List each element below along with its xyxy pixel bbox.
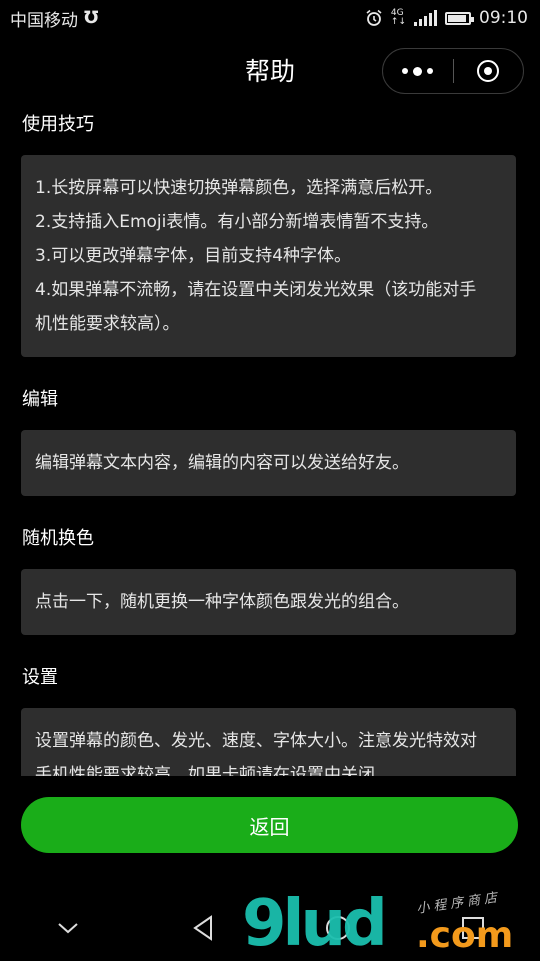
random-color-card: 点击一下，随机更换一种字体颜色跟发光的组合。 bbox=[21, 569, 516, 635]
section-title-tips: 使用技巧 bbox=[22, 114, 94, 135]
random-color-line: 点击一下，随机更换一种字体颜色跟发光的组合。 bbox=[35, 592, 409, 612]
miniprogram-capsule bbox=[382, 48, 524, 94]
section-title-settings: 设置 bbox=[22, 667, 58, 688]
hide-nav-button[interactable] bbox=[48, 908, 88, 948]
home-nav-button[interactable] bbox=[318, 908, 358, 948]
nav-bar: 帮助 bbox=[0, 36, 540, 104]
chevron-down-icon bbox=[57, 923, 78, 934]
triangle-back-icon bbox=[192, 915, 212, 941]
target-icon bbox=[477, 60, 500, 82]
tips-line: 4.如果弹幕不流畅，请在设置中关闭发光效果（该功能对手 bbox=[35, 280, 477, 300]
tips-card: 1.长按屏幕可以快速切换弹幕颜色，选择满意后松开。 2.支持插入Emoji表情。… bbox=[21, 155, 516, 357]
section-title-random-color: 随机换色 bbox=[22, 528, 94, 549]
tips-line: 机性能要求较高）。 bbox=[35, 314, 180, 334]
signal-icon bbox=[414, 10, 437, 26]
system-nav-bar bbox=[0, 896, 540, 960]
more-menu-button[interactable] bbox=[383, 66, 453, 76]
clock-time: 09:10 bbox=[479, 8, 528, 28]
section-title-edit: 编辑 bbox=[22, 389, 58, 410]
tips-line: 2.支持插入Emoji表情。有小部分新增表情暂不支持。 bbox=[35, 212, 439, 232]
circle-home-icon bbox=[325, 916, 350, 940]
back-button[interactable]: 返回 bbox=[21, 797, 518, 853]
settings-card: 设置弹幕的颜色、发光、速度、字体大小。注意发光特效对 手机性能要求较高，如果卡顿… bbox=[21, 708, 516, 776]
tips-line: 3.可以更改弹幕字体，目前支持4种字体。 bbox=[35, 246, 352, 266]
tips-line: 1.长按屏幕可以快速切换弹幕颜色，选择满意后松开。 bbox=[35, 178, 443, 198]
back-nav-button[interactable] bbox=[183, 908, 223, 948]
carrier-logo-icon: ℧ bbox=[84, 8, 99, 28]
status-bar: 中国移动 ℧ 4G ↑↓ 09:10 bbox=[0, 0, 540, 36]
help-content[interactable]: 使用技巧 1.长按屏幕可以快速切换弹幕颜色，选择满意后松开。 2.支持插入Emo… bbox=[0, 104, 540, 776]
network-type-label: 4G ↑↓ bbox=[390, 8, 406, 27]
carrier-label: 中国移动 bbox=[10, 10, 78, 31]
more-dots-icon bbox=[402, 68, 409, 74]
settings-line: 设置弹幕的颜色、发光、速度、字体大小。注意发光特效对 bbox=[35, 731, 477, 751]
recents-nav-button[interactable] bbox=[453, 908, 493, 948]
edit-line: 编辑弹幕文本内容，编辑的内容可以发送给好友。 bbox=[35, 453, 409, 473]
settings-line: 手机性能要求较高，如果卡顿请在设置中关闭。 bbox=[35, 765, 392, 776]
edit-card: 编辑弹幕文本内容，编辑的内容可以发送给好友。 bbox=[21, 430, 516, 496]
square-recents-icon bbox=[461, 917, 484, 939]
close-miniprogram-button[interactable] bbox=[454, 60, 524, 82]
alarm-icon bbox=[366, 9, 382, 26]
battery-icon bbox=[445, 11, 474, 25]
